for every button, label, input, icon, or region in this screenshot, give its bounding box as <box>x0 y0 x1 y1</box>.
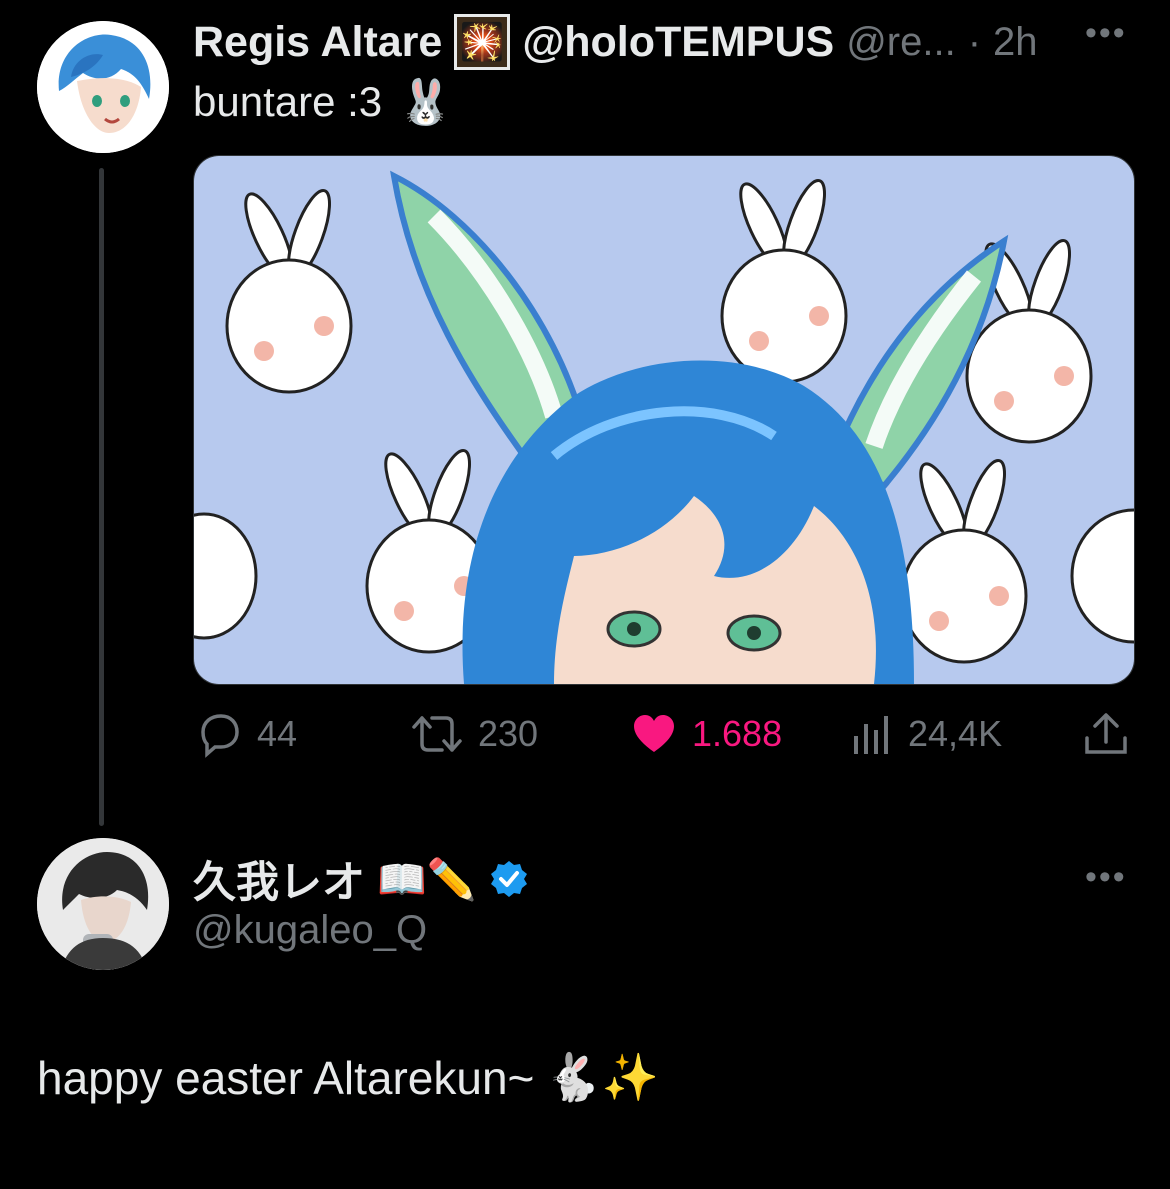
display-name[interactable]: 久我レオ <box>193 848 365 910</box>
rabbit-face-emoji-icon: 🐰 <box>398 77 453 128</box>
views-chart-icon <box>854 716 888 754</box>
book-pencil-emoji-icon: 📖✏️ <box>377 856 477 903</box>
display-name[interactable]: Regis Altare <box>193 18 442 67</box>
tweet-text: buntare :3 <box>193 78 383 125</box>
avatar-kugaleo[interactable] <box>37 838 169 970</box>
tweet-header: Regis Altare 🎇 @holoTEMPUS @re... · 2h <box>193 14 1038 70</box>
heart-filled-icon <box>634 715 674 752</box>
share-button[interactable] <box>1083 710 1129 763</box>
avatar-regis-altare[interactable] <box>37 21 169 153</box>
retweet-icon <box>412 716 462 752</box>
retweet-count: 230 <box>478 713 539 754</box>
fireworks-emoji-icon: 🎇 <box>454 14 511 70</box>
rabbit-sparkles-emoji-icon: 🐇✨ <box>544 1050 659 1104</box>
timestamp[interactable]: 2h <box>993 20 1038 65</box>
media-illustration <box>194 156 1134 684</box>
handle[interactable]: @re... <box>846 20 956 65</box>
reply-body: happy easter Altarekun~ 🐇✨ <box>37 1050 659 1105</box>
like-button[interactable]: 1.688 <box>630 710 782 758</box>
name-suffix: @holoTEMPUS <box>522 17 835 66</box>
avatar-image <box>37 21 169 153</box>
reply-text: happy easter Altarekun~ <box>37 1051 535 1104</box>
share-icon <box>1085 713 1127 754</box>
views-count: 24,4K <box>908 713 1003 754</box>
more-dots-icon[interactable]: ••• <box>1085 14 1127 53</box>
separator: · <box>967 19 982 64</box>
reply-header: 久我レオ 📖✏️ <box>193 848 529 910</box>
tweet-media-image[interactable] <box>193 155 1135 685</box>
verified-badge-icon[interactable] <box>489 859 529 899</box>
reply-handle[interactable]: @kugaleo_Q <box>193 908 427 953</box>
reply-button[interactable]: 44 <box>195 710 297 758</box>
reply-count: 44 <box>257 713 298 754</box>
tweet-body: buntare :3 🐰 <box>193 76 453 128</box>
views-button[interactable]: 24,4K <box>850 710 1002 758</box>
reply-icon <box>201 714 239 758</box>
thread-connector-line <box>99 168 104 826</box>
retweet-button[interactable]: 230 <box>410 710 538 758</box>
like-count: 1.688 <box>692 713 783 754</box>
avatar-image <box>37 838 169 970</box>
more-dots-icon[interactable]: ••• <box>1085 858 1127 897</box>
